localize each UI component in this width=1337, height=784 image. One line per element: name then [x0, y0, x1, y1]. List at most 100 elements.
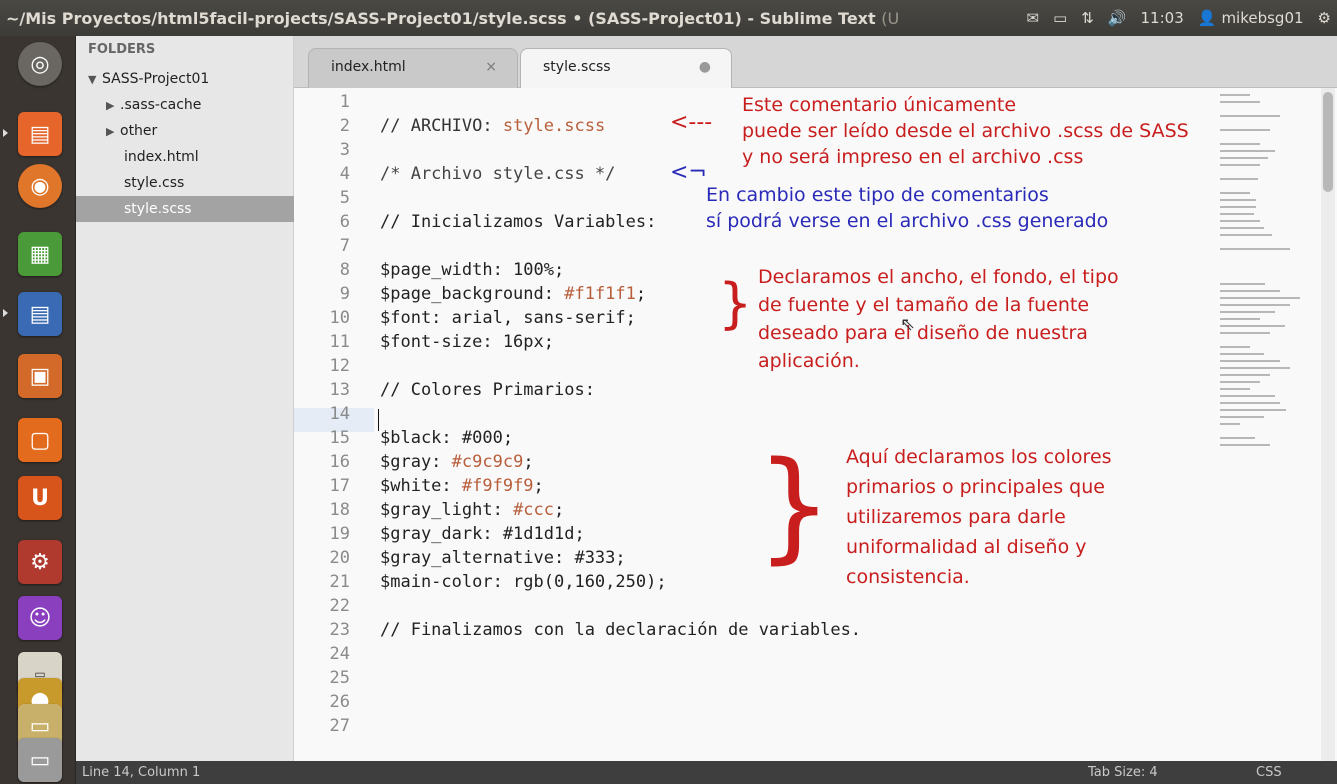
line-number: 15 [329, 428, 350, 448]
gear-icon[interactable]: ⚙ [1318, 9, 1331, 27]
tab-style-scss[interactable]: style.scss ● [520, 48, 732, 88]
impress-icon[interactable]: ▣ [18, 354, 62, 398]
minimap-line [1220, 283, 1265, 285]
minimap-line [1220, 129, 1270, 131]
line-number: 7 [339, 236, 350, 256]
line-number: 12 [329, 356, 350, 376]
firefox-icon[interactable]: ◉ [18, 164, 62, 208]
line-number: 20 [329, 548, 350, 568]
line-number: 18 [329, 500, 350, 520]
sidebar-item-other[interactable]: ▶ other [76, 118, 294, 144]
annotation-2-line-2: sí podrá verse en el archivo .css genera… [706, 210, 1109, 232]
code-line-23: // Finalizamos con la declaración de var… [380, 620, 862, 640]
line-number: 3 [339, 140, 350, 160]
minimap-line [1220, 234, 1272, 236]
annotation-1-line-1: Este comentario únicamente [742, 94, 1017, 116]
sidebar-item-sass-cache[interactable]: ▶ .sass-cache [76, 92, 294, 118]
annotation-4-line-5: consistencia. [846, 566, 970, 588]
minimap-line [1220, 304, 1290, 306]
sidebar-item-index-html[interactable]: index.html [76, 144, 294, 170]
minimap-line [1220, 395, 1275, 397]
user-menu[interactable]: 👤 mikebsg01 [1198, 9, 1304, 27]
minimap-line [1220, 416, 1264, 418]
minimap-line [1220, 318, 1260, 320]
code-line-4: /* Archivo style.css */ [380, 164, 616, 184]
window-title: ~/Mis Proyectos/html5facil-projects/SASS… [6, 8, 900, 28]
code-editor[interactable]: 1 2 3 4 5 6 7 8 9 10 11 12 13 14 15 16 17 18 19 20 21 22 23 24 2… [294, 88, 1337, 761]
cursor-position: Line 14, Column 1 [82, 765, 201, 780]
close-icon[interactable]: × [485, 49, 497, 85]
battery-icon[interactable]: ▭ [1053, 9, 1067, 27]
sidebar-item-style-scss[interactable]: style.scss [76, 196, 294, 222]
minimap-line [1220, 206, 1256, 208]
pidgin-icon[interactable]: ☺ [18, 596, 62, 640]
line-number: 25 [329, 668, 350, 688]
minimap-line [1220, 199, 1256, 201]
network-icon[interactable]: ⇅ [1081, 9, 1094, 27]
collapsed-arrow-icon: ▶ [106, 99, 115, 112]
calc-icon[interactable]: ▦ [18, 232, 62, 276]
software-center-icon[interactable]: ▢ [18, 418, 62, 462]
minimap-line [1220, 423, 1240, 425]
unsaved-dot-icon[interactable]: ● [699, 49, 711, 85]
minimap-line [1220, 178, 1258, 180]
sidebar-project-folder[interactable]: ▼ SASS-Project01 [76, 66, 294, 92]
tab-size[interactable]: Tab Size: 4 [1088, 761, 1158, 784]
minimap-line [1220, 143, 1260, 145]
line-number: 10 [329, 308, 350, 328]
minimap-line [1220, 94, 1250, 96]
line-number: 9 [339, 284, 350, 304]
annotation-3-line-3: deseado para el diseño de nuestra [758, 322, 1088, 344]
user-icon: 👤 [1197, 9, 1217, 27]
settings-icon[interactable]: ⚙ [18, 540, 62, 584]
code-line-15: $black: #000; [380, 428, 514, 448]
line-number: 23 [329, 620, 350, 640]
dash-home-icon[interactable]: ◎ [18, 42, 62, 86]
status-bar: Line 14, Column 1 Tab Size: 4 CSS [76, 761, 1337, 784]
annotation-arrow-1: <--- [670, 110, 713, 135]
line-number: 21 [329, 572, 350, 592]
minimap-line [1220, 353, 1264, 355]
minimap-line [1220, 437, 1255, 439]
minimap-line [1220, 388, 1250, 390]
tab-bar: index.html × style.scss ● [294, 36, 1337, 88]
syntax-mode[interactable]: CSS [1256, 761, 1282, 784]
annotation-3-line-2: de fuente y el tamaño de la fuente [758, 294, 1090, 316]
code-line-9: $page_background: #f1f1f1; [380, 284, 647, 304]
clock[interactable]: 11:03 [1141, 9, 1184, 27]
tab-index-html[interactable]: index.html × [308, 48, 518, 88]
line-number: 5 [339, 188, 350, 208]
code-line-21: $main-color: rgb(0,160,250); [380, 572, 667, 592]
minimap-line [1220, 115, 1280, 117]
line-number: 17 [329, 476, 350, 496]
line-number: 1 [339, 92, 350, 112]
vertical-scrollbar[interactable] [1321, 88, 1335, 761]
minimap-line [1220, 297, 1300, 299]
expanded-arrow-icon: ▼ [88, 73, 97, 86]
writer-icon[interactable]: ▤ [18, 292, 62, 336]
code-line-20: $gray_alternative: #333; [380, 548, 626, 568]
code-line-19: $gray_dark: #1d1d1d; [380, 524, 585, 544]
scrollbar-thumb[interactable] [1323, 92, 1333, 192]
annotation-4-line-3: utilizaremos para darle [846, 506, 1066, 528]
volume-icon[interactable]: 🔊 [1108, 9, 1127, 27]
ubuntu-one-icon[interactable]: U [18, 476, 62, 520]
trash-icon[interactable]: ▭ [18, 738, 62, 782]
annotation-3-line-1: Declaramos el ancho, el fondo, el tipo [758, 266, 1119, 288]
minimap-line [1220, 290, 1280, 292]
line-number: 19 [329, 524, 350, 544]
code-line-10: $font: arial, sans-serif; [380, 308, 636, 328]
minimap-line [1220, 381, 1260, 383]
mail-icon[interactable]: ✉ [1026, 9, 1039, 27]
minimap-line [1220, 150, 1275, 152]
running-indicator [3, 309, 8, 317]
minimap[interactable] [1218, 88, 1328, 508]
minimap-line [1220, 227, 1264, 229]
minimap-line [1220, 409, 1286, 411]
files-icon[interactable]: ▤ [18, 112, 62, 156]
code-line-2: // ARCHIVO: style.scss [380, 116, 606, 136]
minimap-line [1220, 101, 1260, 103]
user-name: mikebsg01 [1221, 9, 1304, 27]
sidebar-item-style-css[interactable]: style.css [76, 170, 294, 196]
top-panel: ~/Mis Proyectos/html5facil-projects/SASS… [0, 0, 1337, 36]
